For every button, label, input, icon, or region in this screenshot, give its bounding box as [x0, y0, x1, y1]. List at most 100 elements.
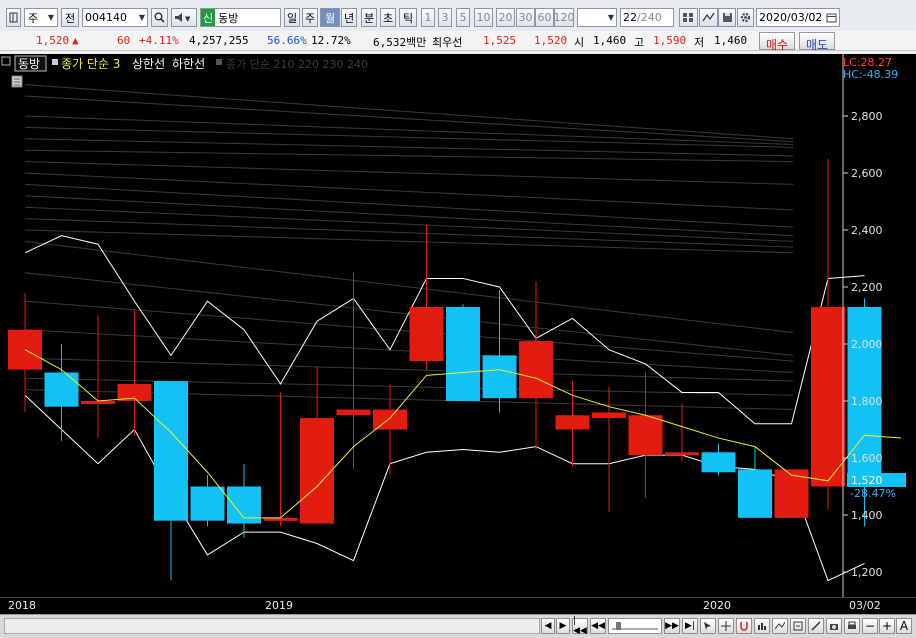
- ma-legend-swatch: [52, 59, 58, 65]
- scroll-left-button[interactable]: ◀: [541, 618, 555, 634]
- interval-3[interactable]: 3: [438, 8, 452, 27]
- prev-label: 전: [64, 11, 76, 25]
- stock-name-field[interactable]: 신 동방: [200, 8, 281, 27]
- zoom-out-icon: −: [864, 619, 876, 633]
- zoom-in-button[interactable]: +: [879, 618, 895, 634]
- tool-5-button[interactable]: [772, 618, 788, 634]
- zoom-slider[interactable]: [608, 618, 662, 634]
- scroll-track[interactable]: [4, 618, 540, 634]
- high-price: 1,590: [653, 34, 687, 47]
- page-back-button[interactable]: ◀◀: [590, 618, 606, 634]
- tool-1-button[interactable]: [700, 618, 716, 634]
- tab-week[interactable]: 주: [302, 8, 318, 27]
- tab-minute-label: 분: [363, 11, 375, 25]
- tool-9-button[interactable]: [844, 618, 860, 634]
- tab-second[interactable]: 초: [380, 8, 396, 27]
- draw-tool-button[interactable]: [699, 8, 718, 27]
- interval-10[interactable]: 10: [474, 8, 493, 27]
- page-forward-button[interactable]: ▶▶: [664, 618, 680, 634]
- bg-ma-line-5: [24, 149, 794, 163]
- interval-30-label: 30: [518, 11, 533, 24]
- y-tick-label: 2,000: [851, 338, 883, 351]
- tool-4-button[interactable]: [754, 618, 770, 634]
- period-select[interactable]: 주 ▼: [24, 8, 58, 27]
- auto-scale-icon: A: [899, 619, 909, 633]
- go-first-button[interactable]: |◀◀: [572, 616, 588, 636]
- buy-button[interactable]: 매수: [759, 32, 795, 52]
- grid-tool-button[interactable]: [679, 8, 698, 27]
- bar-count-total: /240: [637, 11, 662, 24]
- interval-60[interactable]: 60: [535, 8, 554, 27]
- y-tick-label: 2,400: [851, 224, 883, 237]
- save-button[interactable]: [718, 8, 736, 27]
- candle: [409, 224, 444, 370]
- date-field[interactable]: 2020/03/02: [756, 8, 840, 27]
- bottom-controls: ◀ ▶ |◀◀ ◀◀ ▶▶ ▶| − + A: [0, 614, 916, 638]
- tab-tick[interactable]: 틱: [399, 8, 417, 27]
- tab-year[interactable]: 년: [341, 8, 357, 27]
- price-change: 60: [117, 34, 131, 47]
- legend-box-icon: [1, 56, 11, 66]
- date-axis: 2018 2019 2020 03/02: [0, 597, 916, 614]
- zoom-slider-handle[interactable]: [616, 622, 621, 630]
- trade-amount: 6,532백만: [373, 36, 427, 49]
- stock-code-input[interactable]: 004140 ▼: [82, 8, 148, 27]
- interval-30[interactable]: 30: [516, 8, 535, 27]
- auto-scale-button[interactable]: A: [896, 618, 912, 634]
- candle: [811, 158, 845, 510]
- go-last-button[interactable]: ▶|: [682, 618, 698, 634]
- tool-7-button[interactable]: [808, 618, 824, 634]
- tab-month[interactable]: 월: [320, 8, 340, 27]
- code-dropdown-icon[interactable]: ▼: [139, 13, 145, 22]
- tool-3-button[interactable]: [736, 618, 752, 634]
- interval-1[interactable]: 1: [421, 8, 435, 27]
- candle-body: [665, 452, 699, 456]
- quote-bar: 1,520 ▲ 60 +4.11% 4,257,255 56.66% 12.72…: [0, 31, 916, 52]
- tool-6-button[interactable]: [790, 618, 806, 634]
- calendar-icon[interactable]: [826, 12, 837, 23]
- candle-body: [373, 409, 407, 430]
- tab-year-label: 년: [343, 11, 355, 25]
- prev-button[interactable]: 전: [61, 8, 79, 27]
- interval-120[interactable]: 120: [554, 8, 574, 27]
- candle: [117, 309, 152, 436]
- sound-button[interactable]: ▼: [171, 8, 197, 27]
- settings-button[interactable]: [737, 8, 754, 27]
- candle: [154, 381, 188, 581]
- zoom-out-button[interactable]: −: [862, 618, 878, 634]
- y-tick-label: 2,800: [851, 110, 883, 123]
- tab-day[interactable]: 일: [284, 8, 300, 27]
- bg-ma-line-7: [24, 172, 794, 211]
- bg-ma-line-13: [24, 240, 794, 334]
- interval-20[interactable]: 20: [496, 8, 515, 27]
- zoom-in-icon: +: [881, 619, 893, 633]
- search-button[interactable]: [151, 8, 168, 27]
- candle-body: [154, 381, 188, 521]
- text-tool-icon: [793, 621, 803, 631]
- x-tick-2020: 2020: [703, 599, 731, 612]
- tab-minute[interactable]: 분: [361, 8, 377, 27]
- hc-label: HC:-48.39: [843, 68, 898, 81]
- frame-icon[interactable]: [6, 8, 21, 27]
- interval-60-label: 60: [537, 11, 552, 24]
- bar-count-field[interactable]: 22 /240: [620, 8, 674, 27]
- candle: [300, 366, 334, 524]
- tab-week-label: 주: [304, 11, 316, 25]
- custom-interval-input[interactable]: ▼: [577, 8, 617, 27]
- sell-button[interactable]: 매도: [799, 32, 835, 52]
- chart-background-lines: [24, 84, 794, 411]
- lower-band-legend: 하한선: [172, 57, 205, 71]
- best-ask-label: 최우선: [432, 36, 463, 49]
- scroll-left-icon: ◀: [544, 621, 552, 631]
- screenshot-tool-icon: [830, 624, 838, 630]
- price-chart[interactable]: 2,800 2,600 2,400 2,200 2,000 1,800 1,600 1,400…: [0, 54, 916, 600]
- interval-120-label: 120: [554, 11, 574, 24]
- tool-2-button[interactable]: [718, 618, 734, 634]
- long-ma-legend: 종가 단순 210 220 230 240: [226, 58, 368, 71]
- chart-area[interactable]: 2,800 2,600 2,400 2,200 2,000 1,800 1,600 1,400…: [0, 54, 916, 600]
- tool-8-button[interactable]: [826, 618, 842, 634]
- scroll-right-button[interactable]: ▶: [556, 618, 570, 634]
- grid-tool-icon: [683, 13, 693, 22]
- interval-5[interactable]: 5: [456, 8, 470, 27]
- chart-tab-label[interactable]: 동방: [18, 57, 40, 71]
